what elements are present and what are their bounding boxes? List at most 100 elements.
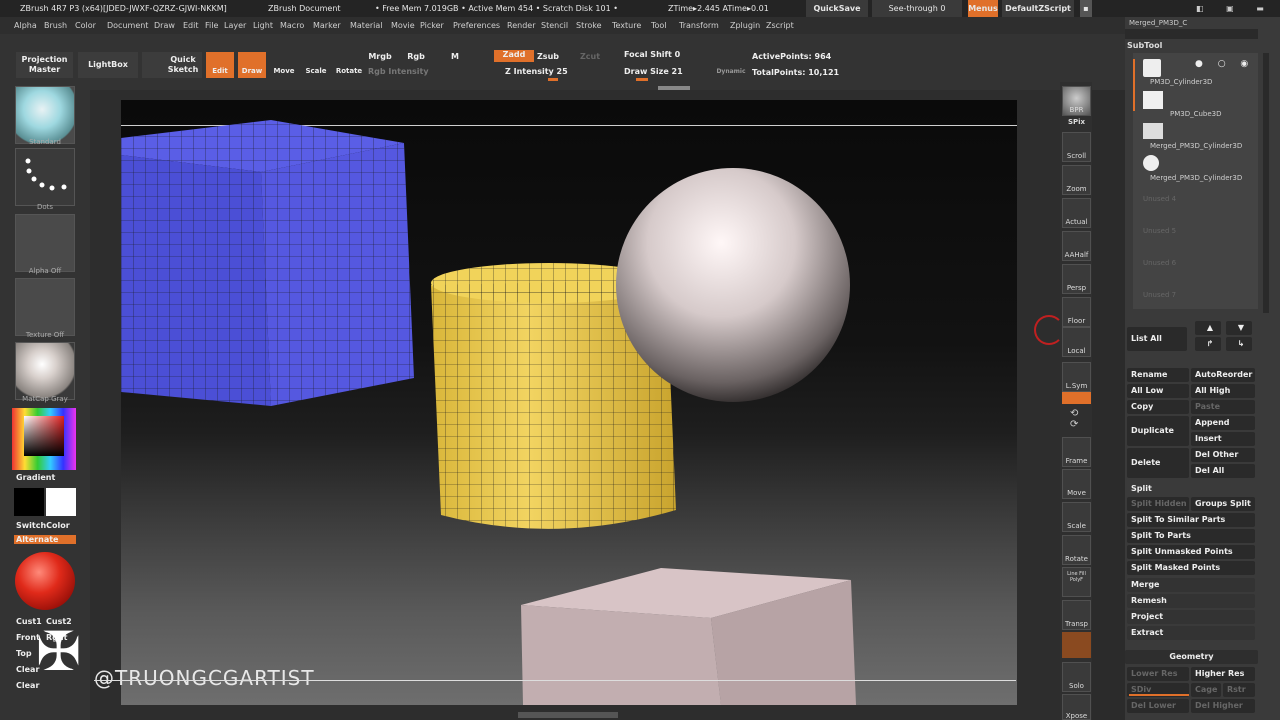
subtool-name-1[interactable]: PM3D_Cube3D — [1170, 110, 1222, 118]
groups-split-button[interactable]: Groups Split — [1191, 497, 1255, 511]
window-controls[interactable]: ◧ ▣ ▬ ◻ ✕ — [1196, 0, 1280, 17]
red-material-icon[interactable] — [15, 552, 75, 610]
menu-color[interactable]: Color — [75, 17, 96, 34]
bpr-button[interactable]: BPR — [1062, 86, 1091, 116]
subtool-name-0[interactable]: PM3D_Cylinder3D — [1150, 78, 1212, 86]
gradient-toggle[interactable]: Gradient — [16, 473, 55, 482]
zcut-button[interactable]: Zcut — [578, 52, 602, 62]
document-canvas[interactable] — [121, 100, 1017, 705]
menu-transform[interactable]: Transform — [679, 17, 719, 34]
menu-light[interactable]: Light — [253, 17, 273, 34]
xyz-button[interactable] — [1062, 392, 1091, 404]
arrow-down-right-icon[interactable]: ↳ — [1226, 337, 1252, 351]
rgb-intensity-slider[interactable]: Rgb Intensity — [368, 67, 448, 77]
subtool-name-3[interactable]: Merged_PM3D_Cylinder3D — [1150, 174, 1242, 182]
ghost-button[interactable] — [1062, 632, 1091, 658]
color-picker[interactable] — [12, 408, 76, 470]
see-through-slider[interactable]: See-through 0 — [872, 0, 962, 17]
extract-section[interactable]: Extract — [1127, 626, 1255, 640]
menu-zplugin[interactable]: Zplugin — [730, 17, 760, 34]
menu-stencil[interactable]: Stencil — [541, 17, 568, 34]
move-button[interactable]: Move — [270, 52, 298, 78]
bottom-scroll-handle[interactable] — [518, 712, 618, 718]
menu-tool[interactable]: Tool — [651, 17, 667, 34]
projection-master-button[interactable]: Projection Master — [16, 52, 73, 78]
lsym-button[interactable]: L.Sym — [1062, 362, 1091, 392]
xpose-button[interactable]: Xpose — [1062, 694, 1091, 720]
copy-button[interactable]: Copy — [1127, 400, 1189, 414]
menu-edit[interactable]: Edit — [183, 17, 199, 34]
subtool-thumb-1[interactable] — [1143, 91, 1163, 109]
all-high-button[interactable]: All High — [1191, 384, 1255, 398]
menu-material[interactable]: Material — [350, 17, 383, 34]
lightbox-button[interactable]: LightBox — [78, 52, 138, 78]
menu-texture[interactable]: Texture — [612, 17, 641, 34]
move-up-icon[interactable]: ▲ — [1195, 321, 1221, 335]
rgb-button[interactable]: Rgb — [406, 52, 426, 62]
geometry-header[interactable]: Geometry — [1125, 650, 1258, 664]
mrgb-button[interactable]: Mrgb — [368, 52, 392, 62]
rename-button[interactable]: Rename — [1127, 368, 1189, 382]
move-view-button[interactable]: Move — [1062, 469, 1091, 499]
append-button[interactable]: Append — [1191, 416, 1255, 430]
subtool-thumb-3[interactable] — [1143, 155, 1159, 171]
local-button[interactable]: Local — [1062, 327, 1091, 357]
rotation-axis-icon[interactable]: ⟲ ⟳ — [1070, 408, 1084, 434]
zsub-button[interactable]: Zsub — [536, 52, 560, 62]
split-masked-button[interactable]: Split Masked Points — [1127, 561, 1255, 575]
rotate-button[interactable]: Rotate — [334, 52, 364, 78]
dots-stroke-icon[interactable] — [15, 148, 75, 206]
del-all-button[interactable]: Del All — [1191, 464, 1255, 478]
project-section[interactable]: Project — [1127, 610, 1255, 624]
zadd-button[interactable]: Zadd — [494, 50, 534, 62]
menu-preferences[interactable]: Preferences — [453, 17, 500, 34]
subtool-scrollbar[interactable] — [1263, 53, 1269, 313]
split-similar-parts-button[interactable]: Split To Similar Parts — [1127, 513, 1255, 527]
m-button[interactable]: M — [450, 52, 460, 62]
higher-res-button[interactable]: Higher Res — [1191, 667, 1255, 681]
del-other-button[interactable]: Del Other — [1191, 448, 1255, 462]
solo-button[interactable]: Solo — [1062, 662, 1091, 692]
menus-button[interactable]: Menus — [968, 0, 998, 17]
quicksave-button[interactable]: QuickSave — [806, 0, 868, 17]
minimize-icon[interactable]: ▪ — [1080, 0, 1092, 17]
split-header[interactable]: Split — [1127, 482, 1167, 496]
dynamic-toggle[interactable]: Dynamic — [714, 67, 748, 77]
split-hidden-button[interactable]: Split Hidden — [1127, 497, 1189, 511]
cage-button[interactable]: Cage — [1191, 683, 1221, 697]
menu-file[interactable]: File — [205, 17, 218, 34]
alpha-icon[interactable] — [15, 214, 75, 272]
menu-alpha[interactable]: Alpha — [14, 17, 37, 34]
texture-icon[interactable] — [15, 278, 75, 336]
del-lower-button[interactable]: Del Lower — [1127, 699, 1189, 713]
scroll-button[interactable]: Scroll — [1062, 132, 1091, 162]
aahalf-button[interactable]: AAHalf — [1062, 231, 1091, 261]
menu-render[interactable]: Render — [507, 17, 535, 34]
arrow-up-right-icon[interactable]: ↱ — [1195, 337, 1221, 351]
delete-button[interactable]: Delete — [1127, 448, 1189, 478]
secondary-color-swatch[interactable] — [14, 488, 44, 516]
zscript-button[interactable]: DefaultZScript — [1002, 0, 1074, 17]
quick-sketch-button[interactable]: Quick Sketch — [142, 52, 202, 78]
top-view-button[interactable]: Top — [16, 649, 32, 658]
remesh-section[interactable]: Remesh — [1127, 594, 1255, 608]
matcap-material-icon[interactable] — [15, 342, 75, 400]
zoom-button[interactable]: Zoom — [1062, 165, 1091, 195]
all-low-button[interactable]: All Low — [1127, 384, 1189, 398]
split-unmasked-button[interactable]: Split Unmasked Points — [1127, 545, 1255, 559]
scale-view-button[interactable]: Scale — [1062, 502, 1091, 532]
menu-zscript[interactable]: Zscript — [766, 17, 794, 34]
merge-section[interactable]: Merge — [1127, 578, 1255, 592]
focal-shift-slider[interactable]: Focal Shift 0 — [624, 50, 704, 60]
draw-size-slider[interactable]: Draw Size 21 — [624, 67, 704, 77]
rstr-button[interactable]: Rstr — [1223, 683, 1255, 697]
paste-button[interactable]: Paste — [1191, 400, 1255, 414]
actual-button[interactable]: Actual — [1062, 198, 1091, 228]
switch-color-button[interactable]: SwitchColor — [16, 521, 70, 530]
menu-marker[interactable]: Marker — [313, 17, 341, 34]
draw-button[interactable]: Draw — [238, 52, 266, 78]
menu-draw[interactable]: Draw — [154, 17, 175, 34]
rotate-view-button[interactable]: Rotate — [1062, 535, 1091, 565]
menu-movie[interactable]: Movie — [391, 17, 415, 34]
z-intensity-slider[interactable]: Z Intensity 25 — [505, 67, 585, 77]
